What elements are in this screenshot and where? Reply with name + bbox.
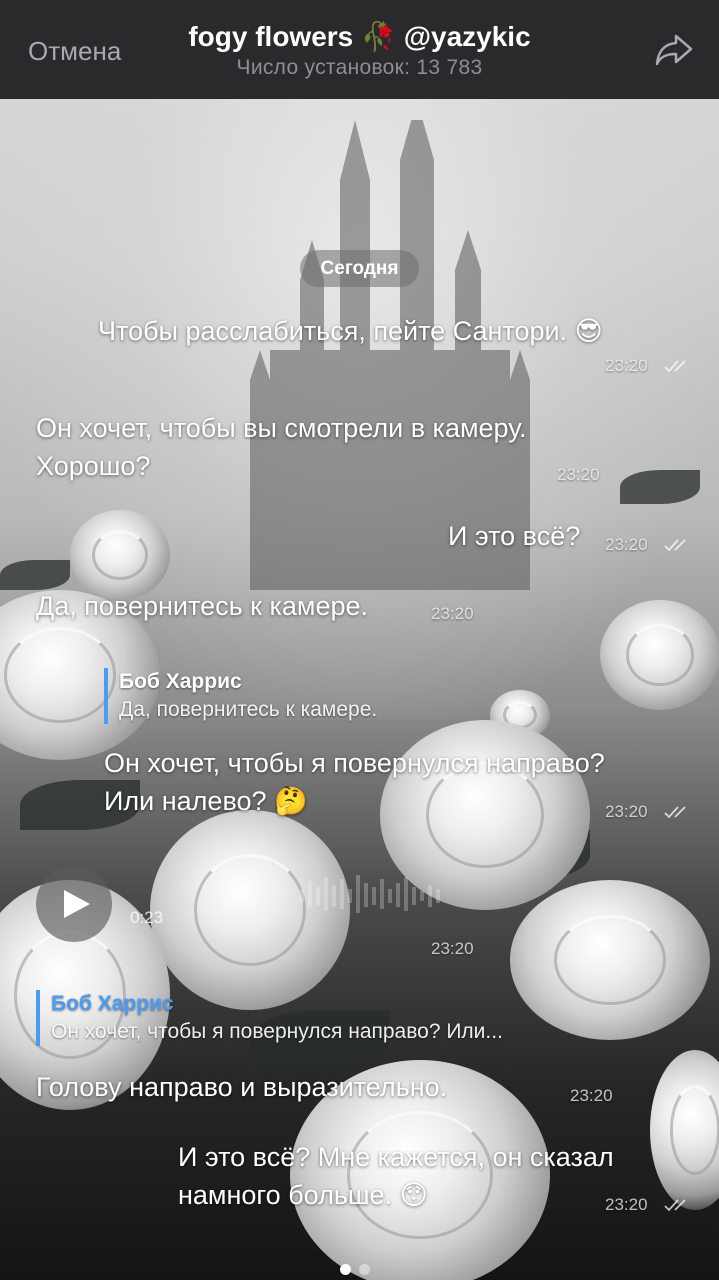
message-text: И это всё? bbox=[448, 521, 581, 551]
message-time: 23:20 bbox=[431, 604, 474, 623]
read-checkmarks-icon bbox=[664, 360, 686, 373]
page-indicator bbox=[340, 1264, 370, 1275]
message-time: 23:20 bbox=[605, 356, 648, 375]
hushed-face-emoji: 😯 bbox=[399, 1180, 428, 1211]
message-time: 23:20 bbox=[431, 939, 474, 958]
top-nav-bar: Отмена fogy flowers 🥀 @yazykic Число уст… bbox=[0, 0, 719, 99]
sticker-set-title: fogy flowers 🥀 @yazykic bbox=[0, 20, 719, 53]
message-time: 23:20 bbox=[605, 1195, 648, 1214]
message-line: И это всё? Мне кажется, он сказал bbox=[178, 1142, 614, 1172]
install-count: Число установок: 13 783 bbox=[236, 56, 483, 79]
play-icon bbox=[64, 890, 90, 918]
date-separator: Сегодня bbox=[300, 250, 419, 287]
page-dot[interactable] bbox=[359, 1264, 370, 1275]
message-line: Он хочет, чтобы вы смотрели в камеру. bbox=[36, 413, 527, 443]
message-line: Он хочет, чтобы я повернулся направо? bbox=[104, 748, 605, 778]
set-handle: @yazykic bbox=[403, 21, 531, 52]
message-line: Хорошо? bbox=[36, 451, 151, 481]
message-line: Или налево? bbox=[104, 786, 267, 816]
message-text: Да, повернитесь к камере. bbox=[36, 591, 369, 621]
read-checkmarks-icon bbox=[664, 1199, 686, 1212]
set-name: fogy flowers bbox=[188, 21, 354, 52]
share-arrow-icon[interactable] bbox=[654, 32, 694, 68]
reply-snippet: Он хочет, чтобы я повернулся направо? Ил… bbox=[51, 1020, 503, 1043]
sunglasses-emoji: 😎 bbox=[574, 316, 603, 347]
message-text: Чтобы расслабиться, пейте Сантори. 😎 bbox=[98, 312, 603, 351]
chat-area: Сегодня Чтобы расслабиться, пейте Сантор… bbox=[0, 99, 719, 1280]
read-checkmarks-icon bbox=[664, 806, 686, 819]
voice-waveform bbox=[300, 875, 440, 913]
reply-snippet: Да, повернитесь к камере. bbox=[119, 698, 378, 721]
thinking-face-emoji: 🤔 bbox=[274, 786, 308, 817]
message-text: намного больше. 😯 bbox=[178, 1176, 428, 1215]
reply-author: Боб Харрис bbox=[119, 670, 242, 693]
message-text: Голову направо и выразительно. bbox=[36, 1072, 448, 1102]
reply-quote[interactable]: Боб Харрис Он хочет, чтобы я повернулся … bbox=[36, 990, 503, 1046]
message-line: намного больше. bbox=[178, 1180, 393, 1210]
message-time: 23:20 bbox=[605, 802, 648, 821]
voice-duration: 0:23 bbox=[130, 908, 164, 927]
reply-quote[interactable]: Боб Харрис Да, повернитесь к камере. bbox=[104, 668, 377, 724]
reply-author: Боб Харрис bbox=[51, 992, 174, 1015]
wilted-rose-emoji: 🥀 bbox=[361, 20, 396, 53]
message-time: 23:20 bbox=[605, 535, 648, 554]
play-button[interactable] bbox=[36, 866, 112, 942]
message-body: Чтобы расслабиться, пейте Сантори. bbox=[98, 316, 568, 346]
message-text: Или налево? 🤔 bbox=[104, 782, 308, 821]
page-dot-active[interactable] bbox=[340, 1264, 351, 1275]
message-time: 23:20 bbox=[557, 465, 600, 484]
message-time: 23:20 bbox=[570, 1086, 613, 1105]
read-checkmarks-icon bbox=[664, 539, 686, 552]
